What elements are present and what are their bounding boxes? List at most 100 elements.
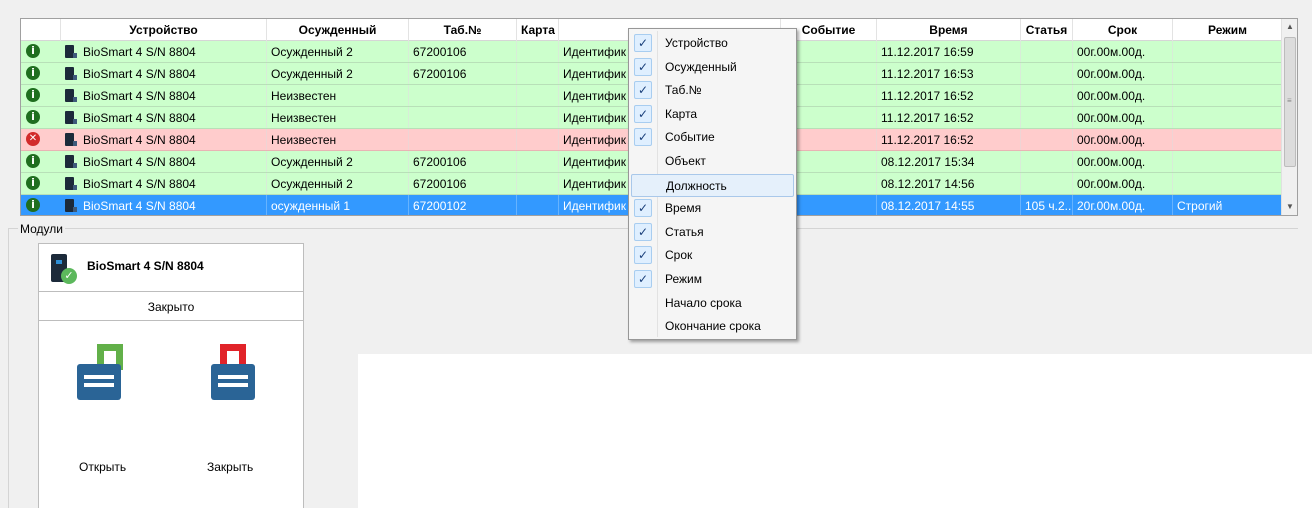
menu-item-column-toggle[interactable]: Объект [631, 150, 794, 173]
menu-item-column-toggle[interactable]: ✓ Карта [631, 103, 794, 126]
checkmark-icon: ✓ [634, 199, 652, 218]
scroll-thumb[interactable]: ≡ [1284, 37, 1296, 167]
cell-time: 08.12.2017 14:56 [877, 173, 1021, 194]
cell-convict: Осужденный 2 [267, 151, 409, 172]
menu-item-column-toggle[interactable]: ✓ Время [631, 197, 794, 220]
cell-article [1021, 173, 1073, 194]
menu-item-label: Устройство [665, 36, 728, 50]
device-icon [65, 155, 77, 168]
menu-item-column-toggle[interactable]: ✓ Режим [631, 268, 794, 291]
cell-tab [409, 85, 517, 106]
device-card-name: BioSmart 4 S/N 8804 [87, 259, 204, 273]
checkmark-icon: ✓ [634, 57, 652, 76]
column-header-tab[interactable]: Таб.№ [409, 19, 517, 41]
column-header-mode[interactable]: Режим [1173, 19, 1283, 41]
cell-device: BioSmart 4 S/N 8804 [79, 173, 267, 194]
cell-time: 11.12.2017 16:53 [877, 63, 1021, 84]
cell-term: 00г.00м.00д. [1073, 151, 1173, 172]
cell-time: 08.12.2017 14:55 [877, 195, 1021, 215]
lock-door-button[interactable] [211, 344, 259, 400]
cell-mode [1173, 63, 1283, 84]
info-icon: i [26, 66, 40, 80]
cell-device: BioSmart 4 S/N 8804 [79, 85, 267, 106]
menu-item-label: Срок [665, 248, 693, 263]
open-button-label[interactable]: Открыть [79, 460, 126, 474]
cell-tab: 67200106 [409, 41, 517, 62]
menu-item-column-toggle[interactable]: Должность [631, 173, 794, 197]
online-check-icon: ✓ [61, 268, 77, 284]
device-icon [65, 111, 77, 124]
cell-article: 105 ч.2... [1021, 195, 1073, 215]
checkmark-icon: ✓ [634, 270, 652, 288]
unlock-door-button[interactable] [77, 344, 125, 400]
cell-card [517, 173, 559, 194]
cell-device: BioSmart 4 S/N 8804 [79, 195, 267, 215]
cell-mode [1173, 151, 1283, 172]
column-header-card[interactable]: Карта [517, 19, 559, 41]
column-chooser-menu: ✓ Устройство ✓ Осужденный ✓ Таб.№ ✓ Карта ✓ Событ… [628, 28, 797, 340]
cell-article [1021, 129, 1073, 150]
checkmark-icon: ✓ [634, 104, 652, 123]
cell-convict: осужденный 1 [267, 195, 409, 215]
column-header-time[interactable]: Время [877, 19, 1021, 41]
scroll-down-arrow-icon[interactable]: ▼ [1282, 199, 1297, 215]
cell-device: BioSmart 4 S/N 8804 [79, 107, 267, 128]
close-button-label[interactable]: Закрыть [207, 460, 253, 474]
menu-item-column-toggle[interactable]: ✓ Осужденный [631, 56, 794, 79]
device-icon [65, 133, 77, 146]
cell-tab: 67200106 [409, 173, 517, 194]
menu-item-label: Начало срока [665, 295, 742, 310]
menu-item-label: Карта [665, 106, 698, 121]
menu-item-label: Окончание срока [665, 319, 761, 334]
cell-article [1021, 41, 1073, 62]
cell-term: 00г.00м.00д. [1073, 63, 1173, 84]
column-header-device[interactable]: Устройство [61, 19, 267, 41]
menu-item-label: Должность [666, 178, 727, 193]
app-window: Устройство Осужденный Таб.№ Карта Событи… [0, 0, 1312, 508]
cell-term: 00г.00м.00д. [1073, 173, 1173, 194]
cell-mode [1173, 129, 1283, 150]
menu-item-column-toggle[interactable]: ✓ Статья [631, 221, 794, 244]
cell-device: BioSmart 4 S/N 8804 [79, 41, 267, 62]
info-icon: i [26, 110, 40, 124]
cell-convict: Осужденный 2 [267, 173, 409, 194]
cell-term: 00г.00м.00д. [1073, 41, 1173, 62]
device-icon [65, 199, 77, 212]
checkmark-icon: ✓ [634, 34, 652, 52]
cell-convict: Неизвестен [267, 85, 409, 106]
info-icon: i [26, 198, 40, 212]
cell-time: 11.12.2017 16:52 [877, 107, 1021, 128]
cell-convict: Осужденный 2 [267, 63, 409, 84]
cell-term: 00г.00м.00д. [1073, 107, 1173, 128]
menu-item-column-toggle[interactable]: ✓ Срок [631, 244, 794, 267]
grid-vertical-scrollbar[interactable]: ▲ ≡ ▼ [1281, 19, 1297, 215]
cell-card [517, 195, 559, 215]
device-icon [65, 45, 77, 58]
device-module-card: ✓ BioSmart 4 S/N 8804 Закрыто Открыть За… [38, 243, 304, 508]
column-header-article[interactable]: Статья [1021, 19, 1073, 41]
menu-item-column-toggle[interactable]: Окончание срока [631, 315, 794, 338]
cell-mode [1173, 41, 1283, 62]
cell-card [517, 151, 559, 172]
open-lock-icon [77, 364, 121, 400]
cell-card [517, 85, 559, 106]
menu-item-label: Статья [665, 224, 704, 239]
menu-item-column-toggle[interactable]: ✓ Таб.№ [631, 79, 794, 102]
menu-item-column-toggle[interactable]: ✓ Событие [631, 126, 794, 149]
menu-item-label: Таб.№ [665, 83, 702, 98]
cell-tab: 67200102 [409, 195, 517, 215]
cell-time: 11.12.2017 16:59 [877, 41, 1021, 62]
cell-mode: Строгий [1173, 195, 1283, 215]
device-icon [65, 89, 77, 102]
column-header-status[interactable] [21, 19, 61, 41]
column-header-convict[interactable]: Осужденный [267, 19, 409, 41]
cell-mode [1173, 107, 1283, 128]
cell-tab: 67200106 [409, 151, 517, 172]
checkmark-icon: ✓ [634, 246, 652, 265]
menu-item-column-toggle[interactable]: Начало срока [631, 292, 794, 315]
menu-item-column-toggle[interactable]: ✓ Устройство [631, 32, 794, 55]
column-header-term[interactable]: Срок [1073, 19, 1173, 41]
scroll-up-arrow-icon[interactable]: ▲ [1282, 19, 1297, 35]
cell-tab [409, 107, 517, 128]
device-icon [65, 177, 77, 190]
